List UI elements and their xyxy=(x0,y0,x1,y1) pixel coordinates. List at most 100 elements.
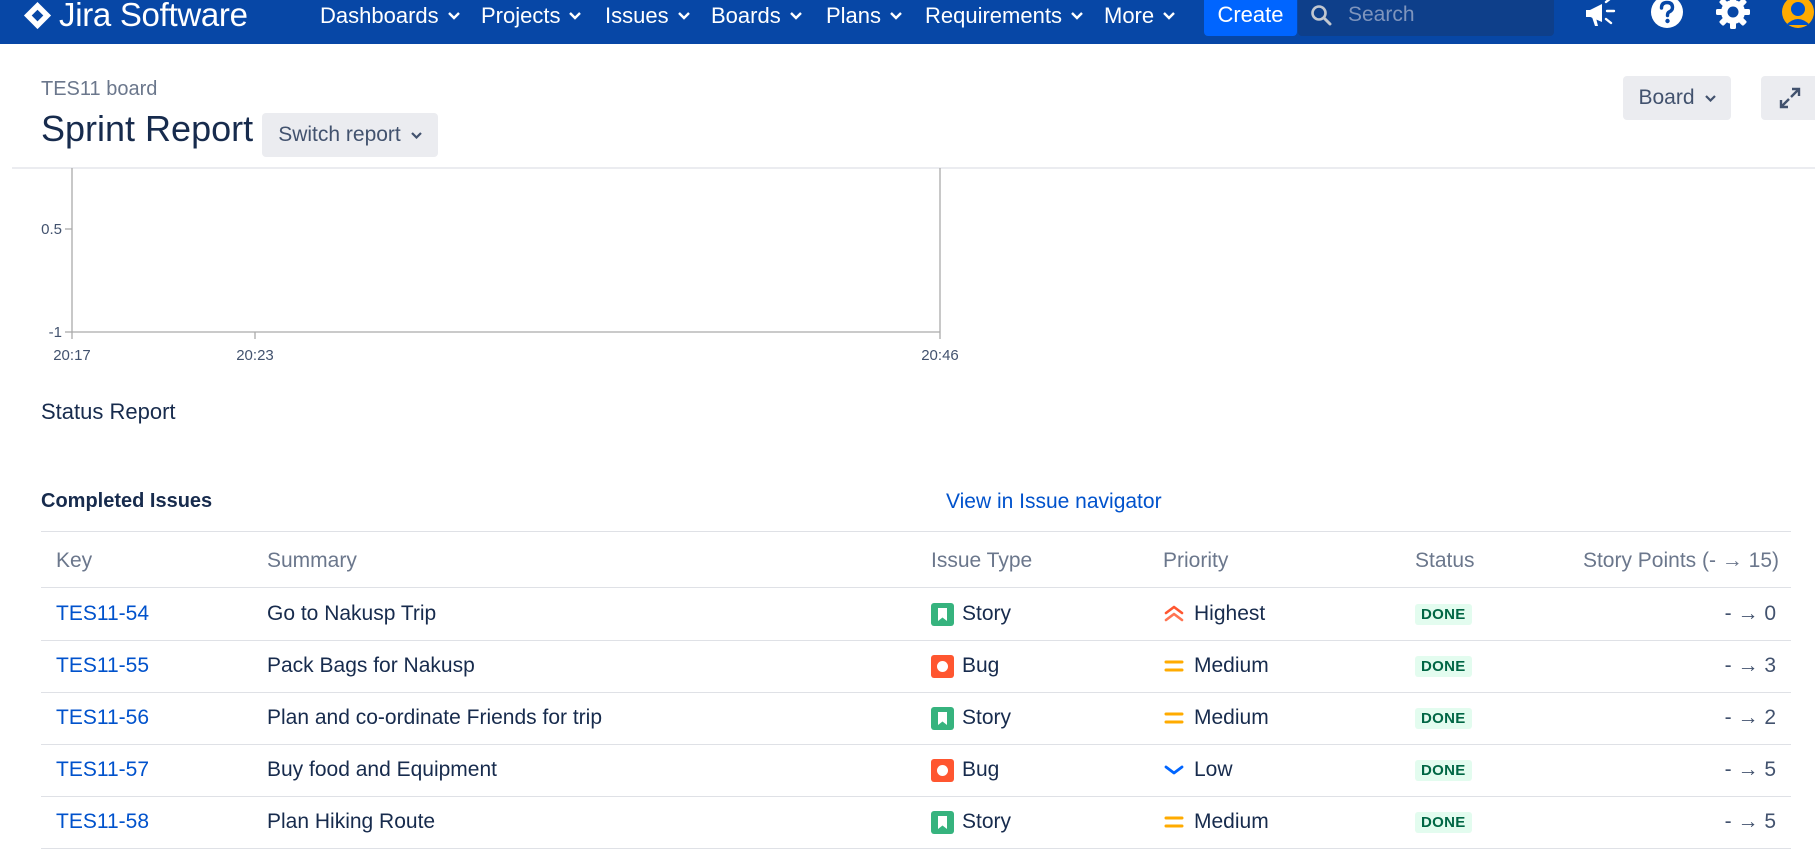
table-row[interactable]: TES11-56 Plan and co-ordinate Friends for… xyxy=(41,692,1791,745)
chevron-down-icon xyxy=(1704,94,1716,102)
issue-type-cell: Bug xyxy=(931,640,999,692)
priority-label: Low xyxy=(1194,758,1233,781)
settings-gear-icon[interactable] xyxy=(1716,0,1750,29)
chevron-down-icon xyxy=(677,12,690,20)
chevron-down-icon xyxy=(1163,12,1175,20)
search-input[interactable] xyxy=(1346,2,1550,28)
issue-summary: Pack Bags for Nakusp xyxy=(267,654,475,677)
chevron-down-icon xyxy=(447,12,460,20)
story-icon xyxy=(931,602,954,626)
table-row[interactable]: TES11-57 Buy food and Equipment Bug Low DONE… xyxy=(41,744,1791,797)
priority-label: Medium xyxy=(1194,654,1269,677)
status-lozenge: DONE xyxy=(1415,707,1472,729)
board-button[interactable]: Board xyxy=(1623,76,1731,120)
column-header-story-points[interactable]: Story Points (- → 15) xyxy=(1583,549,1779,573)
issue-type-label: Story xyxy=(962,706,1012,729)
column-header-priority[interactable]: Priority xyxy=(1163,549,1228,573)
fullscreen-button[interactable] xyxy=(1761,76,1815,120)
story-icon xyxy=(931,706,954,730)
board-label: Board xyxy=(1638,86,1695,109)
priority-medium-icon xyxy=(1164,712,1184,724)
nav-projects[interactable]: Projects xyxy=(481,0,582,32)
chevron-down-icon xyxy=(789,12,802,20)
jira-diamond-icon xyxy=(23,1,52,29)
nav-boards[interactable]: Boards xyxy=(711,0,802,32)
issue-summary: Buy food and Equipment xyxy=(267,758,497,781)
story-points: - → 5 xyxy=(1724,758,1776,781)
search-box[interactable] xyxy=(1298,0,1554,36)
issue-type-cell: Story xyxy=(931,796,1011,848)
column-header-status[interactable]: Status xyxy=(1415,549,1475,573)
nav-plans-label: Plans xyxy=(826,3,882,28)
nav-dashboards[interactable]: Dashboards xyxy=(320,0,460,32)
story-points: - → 0 xyxy=(1724,602,1776,625)
nav-requirements-label: Requirements xyxy=(925,3,1062,28)
priority-cell: Highest xyxy=(1163,588,1265,640)
issue-type-label: Bug xyxy=(962,758,1000,781)
column-header-issue-type[interactable]: Issue Type xyxy=(931,549,1032,573)
issue-type-label: Bug xyxy=(962,654,1000,677)
x-tick-label: 20:23 xyxy=(236,347,274,364)
completed-issues-heading: Completed Issues xyxy=(41,490,213,512)
issue-type-label: Story xyxy=(962,602,1012,625)
issue-type-label: Story xyxy=(962,810,1012,833)
priority-label: Medium xyxy=(1194,810,1269,833)
nav-plans[interactable]: Plans xyxy=(826,0,902,32)
issue-key-link[interactable]: TES11-57 xyxy=(56,744,149,796)
priority-cell: Medium xyxy=(1163,796,1269,848)
nav-requirements[interactable]: Requirements xyxy=(925,0,1083,32)
issue-key-link[interactable]: TES11-56 xyxy=(56,692,149,744)
priority-cell: Medium xyxy=(1163,640,1269,692)
issue-summary: Go to Nakusp Trip xyxy=(267,602,437,625)
nav-projects-label: Projects xyxy=(481,3,561,28)
page-title: Sprint Report xyxy=(41,108,254,149)
table-divider xyxy=(41,531,1791,532)
search-icon xyxy=(1311,5,1332,26)
status-cell: DONE xyxy=(1415,796,1472,848)
chevron-down-icon xyxy=(410,131,422,139)
story-icon xyxy=(931,810,954,834)
issue-summary: Plan and co-ordinate Friends for trip xyxy=(267,706,603,729)
issue-key-link[interactable]: TES11-54 xyxy=(56,588,149,640)
expand-icon xyxy=(1779,87,1801,109)
issue-type-cell: Story xyxy=(931,588,1011,640)
story-points: - → 2 xyxy=(1724,706,1776,729)
y-tick-label: -1 xyxy=(49,324,62,341)
create-button[interactable]: Create xyxy=(1204,0,1297,36)
issue-key-link[interactable]: TES11-58 xyxy=(56,796,149,848)
jira-logo[interactable]: Jira Software xyxy=(22,0,248,33)
app-name: Jira Software xyxy=(59,0,248,33)
table-row[interactable]: TES11-55 Pack Bags for Nakusp Bug Medium DON… xyxy=(41,640,1791,693)
story-points: - → 5 xyxy=(1724,810,1776,833)
burndown-chart: 0.5 -1 20:17 20:23 20:46 xyxy=(41,168,959,364)
chevron-down-icon xyxy=(569,12,582,20)
column-header-summary[interactable]: Summary xyxy=(267,549,357,573)
status-lozenge: DONE xyxy=(1415,655,1472,677)
status-cell: DONE xyxy=(1415,744,1472,796)
page-header: TES11 board Sprint Report Switch report … xyxy=(0,44,1815,169)
bug-icon xyxy=(931,758,954,782)
priority-cell: Low xyxy=(1163,744,1233,796)
breadcrumb[interactable]: TES11 board xyxy=(41,78,157,101)
status-lozenge: DONE xyxy=(1415,759,1472,781)
x-tick-label: 20:46 xyxy=(921,347,959,364)
priority-highest-icon xyxy=(1164,605,1184,622)
help-icon[interactable] xyxy=(1650,0,1684,29)
priority-label: Highest xyxy=(1194,602,1266,625)
view-in-issue-navigator-link[interactable]: View in Issue navigator xyxy=(946,490,1162,514)
nav-boards-label: Boards xyxy=(711,3,781,28)
nav-issues[interactable]: Issues xyxy=(605,0,690,32)
switch-report-button[interactable]: Switch report xyxy=(262,113,438,157)
priority-medium-icon xyxy=(1164,816,1184,828)
top-navigation-bar: Jira Software Dashboards Projects Issues… xyxy=(0,0,1815,44)
nav-dashboards-label: Dashboards xyxy=(320,3,439,28)
column-header-key[interactable]: Key xyxy=(56,549,92,573)
notifications-megaphone-icon[interactable] xyxy=(1584,0,1618,30)
nav-more[interactable]: More xyxy=(1104,0,1175,32)
x-tick-label: 20:17 xyxy=(53,347,91,364)
status-cell: DONE xyxy=(1415,640,1472,692)
table-row[interactable]: TES11-58 Plan Hiking Route Story Medium DONE… xyxy=(41,796,1791,849)
issue-key-link[interactable]: TES11-55 xyxy=(56,640,149,692)
table-row[interactable]: TES11-54 Go to Nakusp Trip Story Highest DON… xyxy=(41,588,1791,641)
user-avatar-icon[interactable] xyxy=(1781,0,1815,29)
